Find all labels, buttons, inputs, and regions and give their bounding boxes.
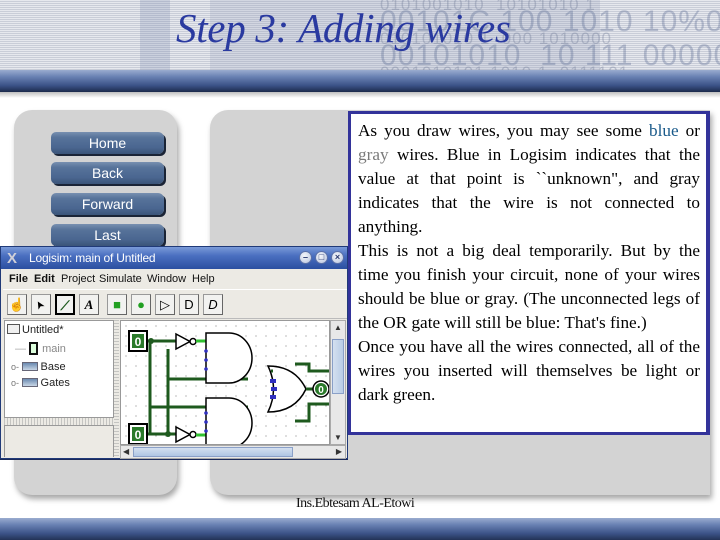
author-credit: Ins.Ebtesam AL-Etowi xyxy=(296,496,415,511)
svg-text:0: 0 xyxy=(135,335,142,349)
explanation-text-box: As you draw wires, you may see some blue… xyxy=(348,111,710,435)
menu-bar: File Edit Project Simulate Window Help xyxy=(1,269,347,289)
and-gate-icon: D xyxy=(184,297,194,312)
poke-tool-button[interactable]: ☝ xyxy=(7,294,27,315)
not-gate-button[interactable]: ▷ xyxy=(155,294,175,315)
menu-edit[interactable]: Edit xyxy=(34,269,55,289)
blue-word: blue xyxy=(649,121,679,140)
or-gate-icon: D xyxy=(208,297,218,312)
wire-icon: ⟋ xyxy=(60,298,70,313)
arrow-pointer-icon: ➤ xyxy=(33,297,49,312)
attribute-table xyxy=(4,425,114,457)
tree-item-label: Gates xyxy=(40,377,70,389)
hand-icon: ☝ xyxy=(8,297,26,312)
unconnected-or-inputs xyxy=(270,379,277,399)
wire-junction xyxy=(148,338,154,344)
tree-item-gates[interactable]: o- Gates xyxy=(11,377,70,389)
menu-help[interactable]: Help xyxy=(192,269,215,289)
menu-file[interactable]: File xyxy=(9,269,28,289)
tree-item-label: main xyxy=(42,343,66,355)
or-gate-button[interactable]: D xyxy=(203,294,223,315)
vertical-scrollbar[interactable]: ▲ ▼ xyxy=(330,320,346,445)
not-gate-icon: ▷ xyxy=(160,297,170,312)
expand-handle-icon: o- xyxy=(11,362,22,372)
window-titlebar[interactable]: X Logisim: main of Untitled – □ × xyxy=(1,247,347,269)
output-pin-button[interactable]: ● xyxy=(131,294,151,315)
footer-bar xyxy=(0,518,720,540)
circuit-diagram: 0 0 0 xyxy=(128,330,329,445)
close-button[interactable]: × xyxy=(331,251,344,264)
circuit-icon xyxy=(29,342,39,355)
home-button[interactable]: Home xyxy=(51,132,164,154)
input-pin-top[interactable]: 0 xyxy=(128,330,148,352)
paragraph-wire-colors: As you draw wires, you may see some blue… xyxy=(358,119,700,239)
header-decoration xyxy=(140,0,170,70)
project-explorer: Untitled* — main o- Base o- Gates xyxy=(4,320,114,418)
paragraph-temporary: This is not a big deal temporarily. But … xyxy=(358,241,700,332)
output-pin-icon: ● xyxy=(137,297,145,312)
input-pin-icon: ■ xyxy=(113,297,121,312)
svg-text:0: 0 xyxy=(318,385,324,396)
scrollbar-thumb[interactable] xyxy=(133,447,293,457)
menu-window[interactable]: Window xyxy=(147,269,186,289)
wire-junction xyxy=(165,431,171,437)
text-tool-button[interactable]: A xyxy=(79,294,99,315)
explorer-splitter[interactable] xyxy=(4,418,114,425)
input-pin-button[interactable]: ■ xyxy=(107,294,127,315)
and-gate-top[interactable] xyxy=(205,332,253,384)
logisim-window: X Logisim: main of Untitled – □ × File E… xyxy=(0,246,348,459)
forward-button[interactable]: Forward xyxy=(51,193,164,215)
text-segment: As you draw wires, you may see some xyxy=(358,121,649,140)
header-banner: 0101001010 10101010 1 00101C 100 1010 10%… xyxy=(0,0,720,70)
back-button[interactable]: Back xyxy=(51,162,164,184)
header-bar xyxy=(0,70,720,92)
text-icon: A xyxy=(84,297,94,312)
menu-project[interactable]: Project xyxy=(61,269,95,289)
wire xyxy=(295,362,329,373)
and-gate-button[interactable]: D xyxy=(179,294,199,315)
paragraph-green-wires: Once you have all the wires connected, a… xyxy=(358,337,700,404)
x-logo-icon: X xyxy=(7,250,18,267)
scroll-left-icon[interactable]: ◀ xyxy=(123,447,129,456)
slide-title: Step 3: Adding wires xyxy=(176,5,511,51)
not-gate-bottom[interactable] xyxy=(175,425,197,444)
scroll-up-icon[interactable]: ▲ xyxy=(334,323,342,332)
minimize-button[interactable]: – xyxy=(299,251,312,264)
scroll-right-icon[interactable]: ▶ xyxy=(336,447,342,456)
output-pin[interactable]: 0 xyxy=(312,380,329,398)
header-shadow xyxy=(0,92,720,98)
horizontal-scrollbar[interactable]: ◀ ▶ xyxy=(120,445,346,459)
tree-item-base[interactable]: o- Base xyxy=(11,361,66,373)
window-title: Logisim: main of Untitled xyxy=(29,251,156,265)
tree-project-label: Untitled* xyxy=(22,324,64,336)
input-pin-bottom[interactable]: 0 xyxy=(128,423,148,444)
library-icon xyxy=(21,362,38,371)
library-icon xyxy=(21,378,38,387)
menu-simulate[interactable]: Simulate xyxy=(99,269,142,289)
folder-icon xyxy=(7,324,20,334)
maximize-button[interactable]: □ xyxy=(315,251,328,264)
last-button[interactable]: Last xyxy=(51,224,164,246)
tree-project[interactable]: Untitled* xyxy=(7,324,64,336)
text-segment: wires. Blue in Logisim indicates that th… xyxy=(358,145,700,236)
wire xyxy=(295,402,329,423)
canvas-splitter[interactable] xyxy=(114,320,119,458)
tree-item-label: Base xyxy=(40,361,66,373)
scrollbar-thumb[interactable] xyxy=(332,339,344,394)
gray-word: gray xyxy=(358,145,389,164)
text-segment: or xyxy=(678,121,700,140)
tree-item-main[interactable]: — main xyxy=(15,342,66,355)
select-tool-button[interactable]: ➤ xyxy=(31,294,51,315)
not-gate-top[interactable] xyxy=(175,332,197,351)
svg-text:0: 0 xyxy=(135,428,142,442)
wiring-tool-button[interactable]: ⟋ xyxy=(55,294,75,315)
and-gate-bottom[interactable] xyxy=(205,397,253,445)
circuit-canvas[interactable]: 0 0 0 xyxy=(120,320,330,445)
expand-handle-icon: o- xyxy=(11,378,22,388)
scroll-down-icon[interactable]: ▼ xyxy=(334,433,342,442)
tree-line: — xyxy=(15,343,30,355)
toolbar: ☝ ➤ ⟋ A ■ ● ▷ D D xyxy=(3,289,347,319)
